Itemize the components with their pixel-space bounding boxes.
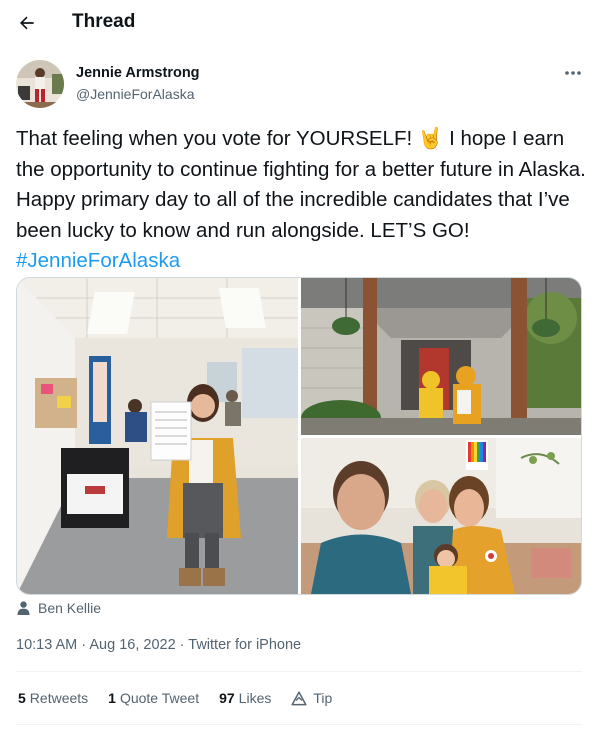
tweet-source[interactable]: Twitter for iPhone xyxy=(188,637,301,653)
tweet-date[interactable]: Aug 16, 2022 xyxy=(89,637,175,653)
divider xyxy=(16,671,582,672)
photo-selfie-group[interactable] xyxy=(301,438,581,594)
tip-icon xyxy=(291,690,307,705)
tagged-user[interactable]: Ben Kellie xyxy=(17,600,101,616)
page-title: Thread xyxy=(72,11,136,32)
quote-tweets-count: 1 xyxy=(108,690,116,706)
more-button[interactable] xyxy=(560,62,586,84)
person-icon xyxy=(17,601,30,615)
meta-separator: · xyxy=(175,637,189,653)
retweets-label: Retweets xyxy=(29,690,89,706)
likes-label: Likes xyxy=(238,690,272,706)
tip-label: Tip xyxy=(313,690,333,706)
avatar[interactable] xyxy=(16,60,64,108)
tweet-time[interactable]: 10:13 AM xyxy=(16,637,77,653)
quote-tweets-label: Quote Tweet xyxy=(119,690,200,706)
thread-header: Thread xyxy=(0,0,613,48)
back-button[interactable] xyxy=(10,8,44,38)
tweet-stats: 5 Retweets 1 Quote Tweet 97 Likes Tip xyxy=(18,690,332,706)
hashtag-link[interactable]: #JennieForAlaska xyxy=(16,249,180,272)
quote-tweets-stat[interactable]: 1 Quote Tweet xyxy=(108,690,199,706)
tagged-user-name: Ben Kellie xyxy=(38,600,102,616)
divider xyxy=(16,724,582,725)
author-handle[interactable]: @JennieForAlaska xyxy=(76,86,195,102)
media-grid xyxy=(16,277,582,595)
tweet-meta: 10:13 AM · Aug 16, 2022 · Twitter for iP… xyxy=(16,637,301,653)
arrow-left-icon xyxy=(19,16,34,30)
retweets-stat[interactable]: 5 Retweets xyxy=(18,690,88,706)
likes-count: 97 xyxy=(219,690,235,706)
photo-porch-family[interactable] xyxy=(301,278,581,435)
meta-separator: · xyxy=(77,637,90,653)
tweet-body: That feeling when you vote for YOURSELF!… xyxy=(16,127,586,242)
likes-stat[interactable]: 97 Likes xyxy=(219,690,271,706)
tweet-text: That feeling when you vote for YOURSELF!… xyxy=(16,124,586,277)
more-horizontal-icon xyxy=(565,71,581,75)
retweets-count: 5 xyxy=(18,690,26,706)
tip-button[interactable]: Tip xyxy=(291,690,332,706)
author-name[interactable]: Jennie Armstrong xyxy=(76,65,200,81)
photo-voting-booth[interactable] xyxy=(17,278,298,594)
